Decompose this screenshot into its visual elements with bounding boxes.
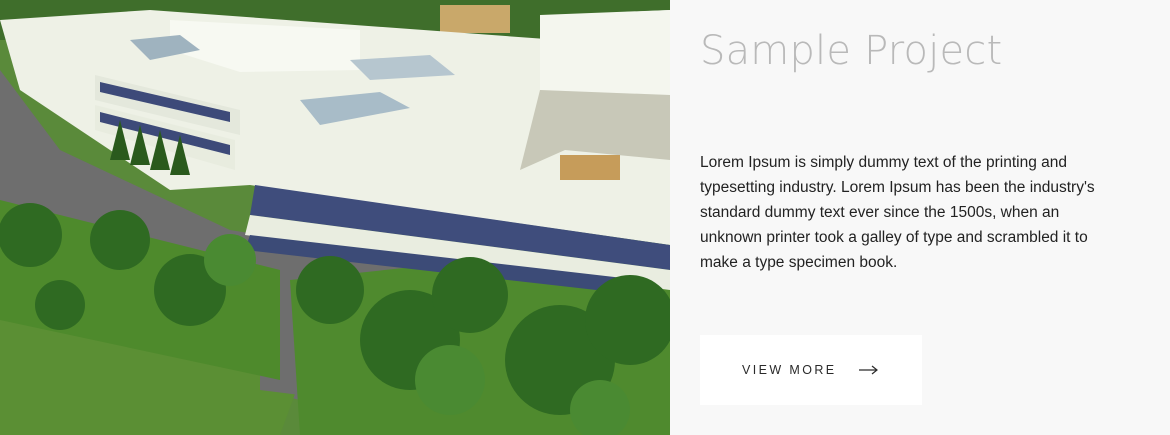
view-more-label: VIEW MORE <box>742 363 837 377</box>
view-more-button[interactable]: VIEW MORE <box>700 335 922 405</box>
building-render-illustration <box>0 0 670 435</box>
project-image <box>0 0 670 435</box>
project-details: Sample Project Lorem Ipsum is simply dum… <box>670 0 1170 435</box>
project-title: Sample Project <box>700 28 1003 74</box>
project-description: Lorem Ipsum is simply dummy text of the … <box>700 154 1095 271</box>
project-card: Sample Project Lorem Ipsum is simply dum… <box>0 0 1170 435</box>
arrow-right-icon <box>858 365 878 375</box>
